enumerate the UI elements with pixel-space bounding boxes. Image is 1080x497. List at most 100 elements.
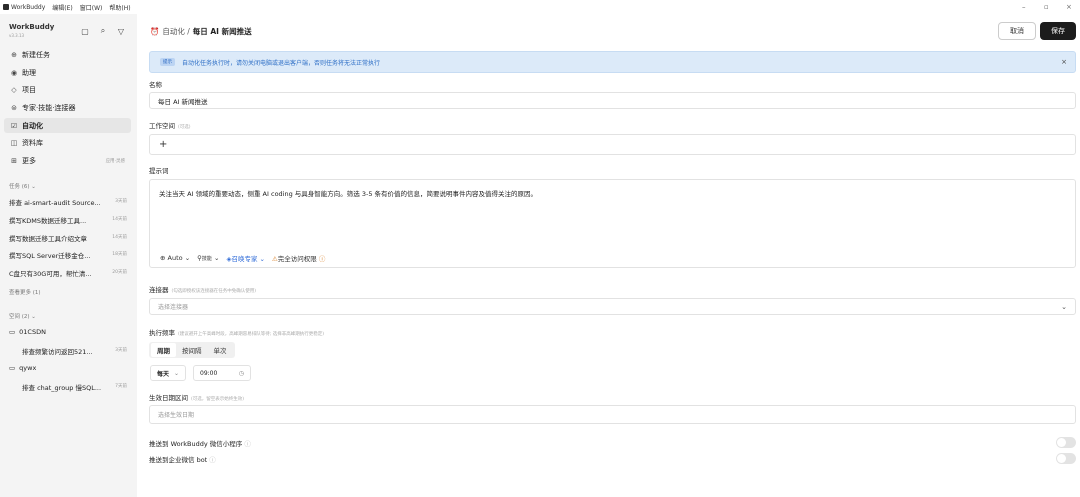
date-range-hint: (可选，留空表示始终生效) (191, 397, 245, 402)
app-menu[interactable]: WorkBuddy (3, 4, 45, 11)
close-icon[interactable]: × (1061, 58, 1067, 66)
nav-automation[interactable]: ☑ 自动化 (4, 118, 131, 133)
date-range-label-text: 生效日期区间 (149, 394, 188, 402)
push-wechat-text: 推送到 WorkBuddy 微信小程序 (149, 440, 243, 448)
save-button[interactable]: 保存 (1040, 22, 1076, 40)
tab-interval[interactable]: 按间隔 (176, 343, 208, 357)
app-menu-label: WorkBuddy (11, 3, 46, 11)
workspace-label-text: 工作空间 (149, 122, 175, 130)
nav-label: 新建任务 (22, 50, 50, 59)
task-time: 14天前 (112, 235, 127, 240)
task-time: 7天前 (115, 384, 127, 389)
spaces-header[interactable]: 空间 (2) ⌄ (9, 312, 36, 320)
sidebar-toggle-icon[interactable]: ▢ (80, 26, 90, 36)
info-icon: ⓘ (209, 456, 216, 464)
tip-badge: 提示 (160, 58, 175, 66)
clock-icon: ◷ (238, 369, 244, 377)
prompt-editor[interactable]: 关注当天 AI 领域的重要动态，侧重 AI coding 与具身智能方向。筛选 … (149, 179, 1076, 268)
summon-expert-button[interactable]: ◈召唤专家 ⌄ (226, 253, 265, 263)
access-label: 完全访问权限 (277, 255, 317, 263)
folder-icon: ▭ (9, 364, 16, 372)
nav-assistant[interactable]: ◉ 助理 (4, 65, 131, 80)
minimize-icon[interactable]: – (1022, 0, 1026, 14)
task-item[interactable]: 撰写SQL Server迁移金仓... 18天前 (9, 250, 127, 260)
task-title: 撰写SQL Server迁移金仓... (9, 252, 91, 260)
assistant-icon: ◉ (10, 68, 18, 77)
see-more-link[interactable]: 查看更多 (1) (9, 288, 41, 296)
push-wechat-toggle[interactable] (1056, 437, 1076, 448)
period-select[interactable]: 每天 ⌄ (150, 365, 186, 381)
main-panel: ⏰ 自动化 / 每日 AI 新闻推送 取消 保存 提示 自动化任务执行时，请勿关… (137, 14, 1080, 497)
menu-help[interactable]: 帮助(H) (109, 3, 130, 12)
period-value: 每天 (157, 370, 170, 378)
task-item[interactable]: 撰写数据迁移工具介绍文章 14天前 (9, 233, 127, 243)
access-permission-button[interactable]: ⚠完全访问权限 ⓘ (272, 253, 325, 263)
summon-expert-label: 召唤专家 (231, 255, 258, 263)
name-input[interactable]: 每日 AI 新闻推送 (149, 92, 1076, 109)
nav-more-hint: 应用·灵感 (105, 158, 125, 164)
spaces-header-label: 空间 (2) (9, 314, 30, 320)
workspace-label: 工作空间 (可选) (149, 120, 191, 130)
menu-bar: WorkBuddy 编辑(E) 窗口(W) 帮助(H) (0, 0, 1080, 14)
push-wecom-toggle[interactable] (1056, 453, 1076, 464)
task-title: C盘只有30G可用，帮忙清... (9, 270, 92, 278)
cancel-button[interactable]: 取消 (998, 22, 1036, 40)
task-title: 排查 chat_group 慢SQL... (22, 384, 102, 392)
app-logo-icon (3, 4, 9, 10)
nav-label: 自动化 (22, 121, 43, 130)
maximize-icon[interactable]: ▫ (1044, 0, 1049, 14)
breadcrumb: ⏰ 自动化 / 每日 AI 新闻推送 (150, 26, 252, 37)
nav-library[interactable]: ◫ 资料库 (4, 135, 131, 150)
breadcrumb-parent[interactable]: 自动化 / (162, 26, 189, 37)
push-wecom-text: 推送到企业微信 bot (149, 456, 208, 464)
nav-expert-skills[interactable]: ⊜ 专家·技能·连接器 (4, 100, 131, 115)
menu-edit[interactable]: 编辑(E) (52, 3, 72, 12)
frequency-label: 执行频率 (建议避开上午高峰时段，高峰期容易排队等待; 选择非高峰期执行更稳定) (149, 327, 324, 337)
task-title: 排查频繁访问返回521... (22, 348, 93, 356)
plus-circle-icon: ⊕ (11, 50, 17, 59)
connector-label: 连接器 (勾选即授权该连接器在任务中免确认使用) (149, 284, 256, 294)
add-workspace-button[interactable]: + (149, 134, 1076, 155)
nav-more[interactable]: ⊞ 更多 应用·灵感 (4, 153, 131, 168)
tab-once[interactable]: 单次 (208, 343, 233, 357)
space-name: qywx (19, 364, 37, 372)
space-task-item[interactable]: 排查 chat_group 慢SQL... 7天前 (22, 382, 127, 392)
sidebar: WorkBuddy v3.3.13 ▢ ⌕ ▽ ⊕ 新建任务 ◉ 助理 ◇ 项目 ⊜ 专… (0, 14, 137, 497)
skill-label: 技能 (201, 256, 212, 262)
time-picker[interactable]: 09:00 ◷ (193, 365, 251, 381)
task-item[interactable]: C盘只有30G可用，帮忙清... 20天前 (9, 268, 127, 278)
automation-icon: ☑ (10, 121, 18, 130)
project-icon: ◇ (11, 85, 17, 94)
model-select[interactable]: ⊕ Auto ⌄ (160, 254, 190, 262)
nav-new-task[interactable]: ⊕ 新建任务 (4, 47, 131, 62)
chevron-down-icon: ⌄ (173, 369, 179, 377)
filter-icon[interactable]: ▽ (116, 26, 126, 36)
space-task-item[interactable]: 排查频繁访问返回521... 3天前 (22, 346, 127, 356)
connector-select[interactable]: 选择连接器 ⌄ (149, 298, 1076, 315)
skill-select[interactable]: ⚲技能 ⌄ (197, 254, 219, 262)
date-range-label: 生效日期区间 (可选，留空表示始终生效) (149, 392, 244, 402)
task-item[interactable]: 排查 ai-smart-audit Source... 3天前 (9, 197, 127, 207)
connector-label-text: 连接器 (149, 286, 169, 294)
frequency-hint: (建议避开上午高峰时段，高峰期容易排队等待; 选择非高峰期执行更稳定) (178, 332, 324, 337)
task-item[interactable]: 撰写KDMS数据迁移工具... 14天前 (9, 215, 127, 225)
space-item-01csdn[interactable]: ▭ 01CSDN (9, 328, 127, 336)
close-window-icon[interactable]: × (1066, 0, 1072, 14)
frequency-tabs: 周期 按间隔 单次 (149, 342, 235, 358)
menu-window[interactable]: 窗口(W) (80, 3, 103, 12)
nav-project[interactable]: ◇ 项目 (4, 82, 131, 97)
date-range-input[interactable]: 选择生效日期 (149, 405, 1076, 424)
tab-period[interactable]: 周期 (151, 343, 176, 357)
chevron-down-icon: ⌄ (31, 314, 36, 320)
tasks-header[interactable]: 任务 (6) ⌄ (9, 182, 36, 190)
workspace-hint: (可选) (178, 125, 191, 130)
brand-name: WorkBuddy (9, 23, 55, 31)
search-icon[interactable]: ⌕ (98, 26, 108, 36)
tip-text: 自动化任务执行时，请勿关闭电脑或退出客户端，否则任务将无法正常执行 (182, 59, 381, 67)
nav-label: 助理 (22, 68, 36, 77)
version-label: v3.3.13 (9, 33, 25, 38)
chevron-down-icon: ⌄ (1061, 302, 1067, 311)
task-time: 14天前 (112, 217, 127, 222)
space-item-qywx[interactable]: ▭ qywx (9, 364, 127, 372)
nav-label: 项目 (22, 85, 36, 94)
